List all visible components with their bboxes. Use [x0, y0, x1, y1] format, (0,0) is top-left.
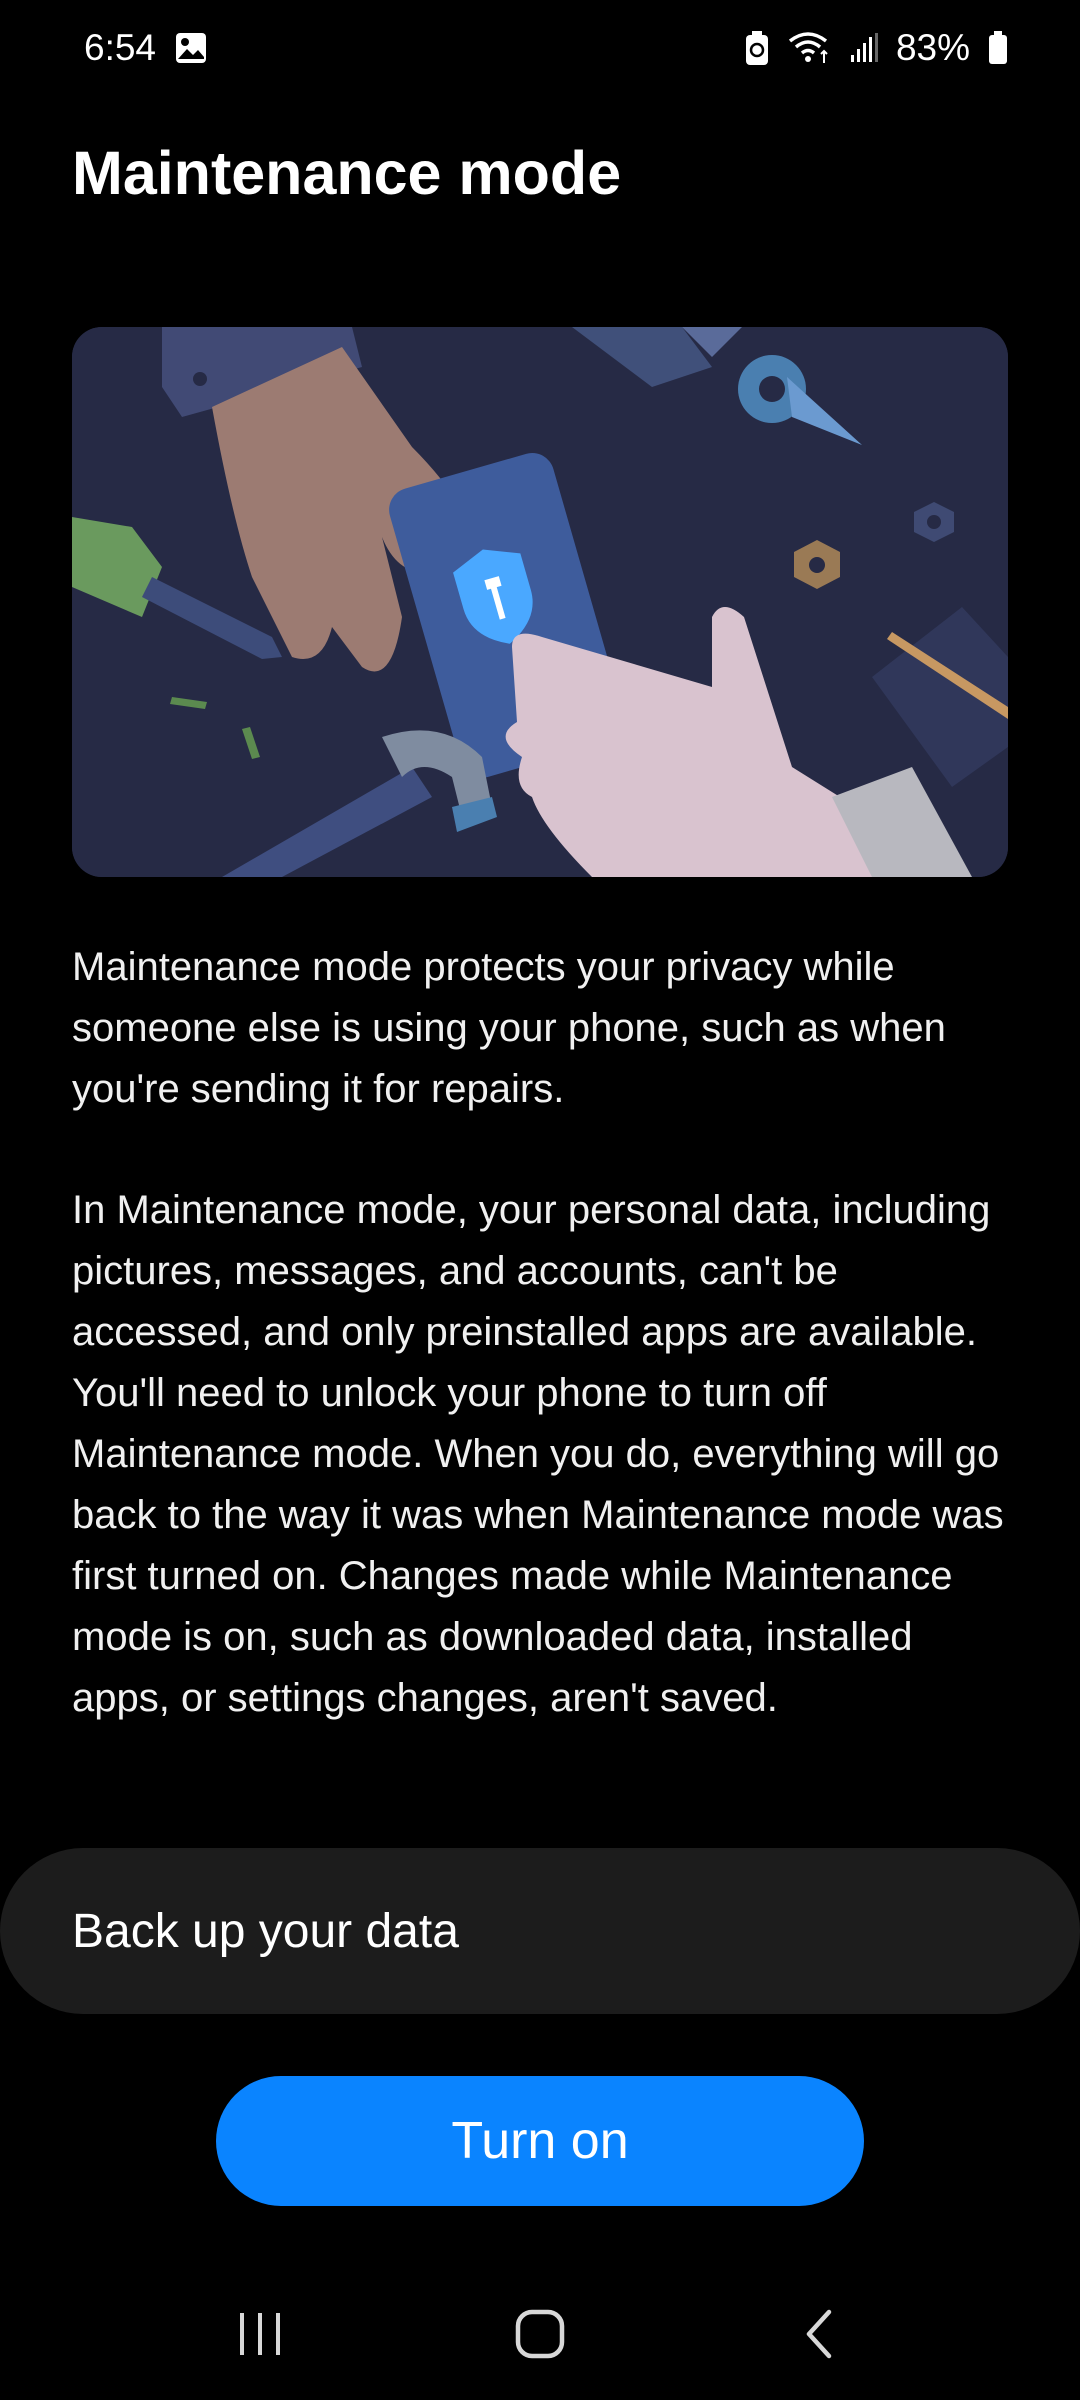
recents-icon [240, 2313, 280, 2355]
battery-percent: 83% [895, 27, 970, 68]
backup-data-label: Back up your data [72, 1904, 459, 1958]
maintenance-illustration [72, 327, 1008, 877]
turn-on-button[interactable]: Turn on [216, 2076, 864, 2206]
back-icon [806, 2309, 832, 2359]
battery-saver-icon [744, 30, 770, 66]
wifi-icon [788, 31, 832, 65]
hands-phone-tools-illustration [72, 327, 1008, 877]
image-notification-icon [174, 31, 208, 65]
home-button[interactable] [480, 2289, 600, 2379]
status-bar: 6:54 83% [0, 0, 1080, 96]
home-icon [515, 2309, 565, 2359]
battery-icon [988, 31, 1008, 65]
cellular-signal-icon [850, 33, 878, 63]
status-right: 83% [744, 27, 1008, 69]
navigation-bar [0, 2268, 1080, 2400]
status-left: 6:54 [84, 27, 208, 69]
back-button[interactable] [760, 2289, 880, 2379]
backup-data-item[interactable]: Back up your data [0, 1848, 1080, 2014]
page-title: Maintenance mode [72, 139, 622, 207]
description-paragraph-2: In Maintenance mode, your personal data,… [72, 1188, 1004, 1720]
description-paragraph-1: Maintenance mode protects your privacy w… [72, 945, 946, 1111]
maintenance-mode-screen: 6:54 83% Maintenance mode Maintenance mo… [0, 0, 1080, 2400]
status-time: 6:54 [84, 27, 157, 68]
recents-button[interactable] [200, 2289, 320, 2379]
